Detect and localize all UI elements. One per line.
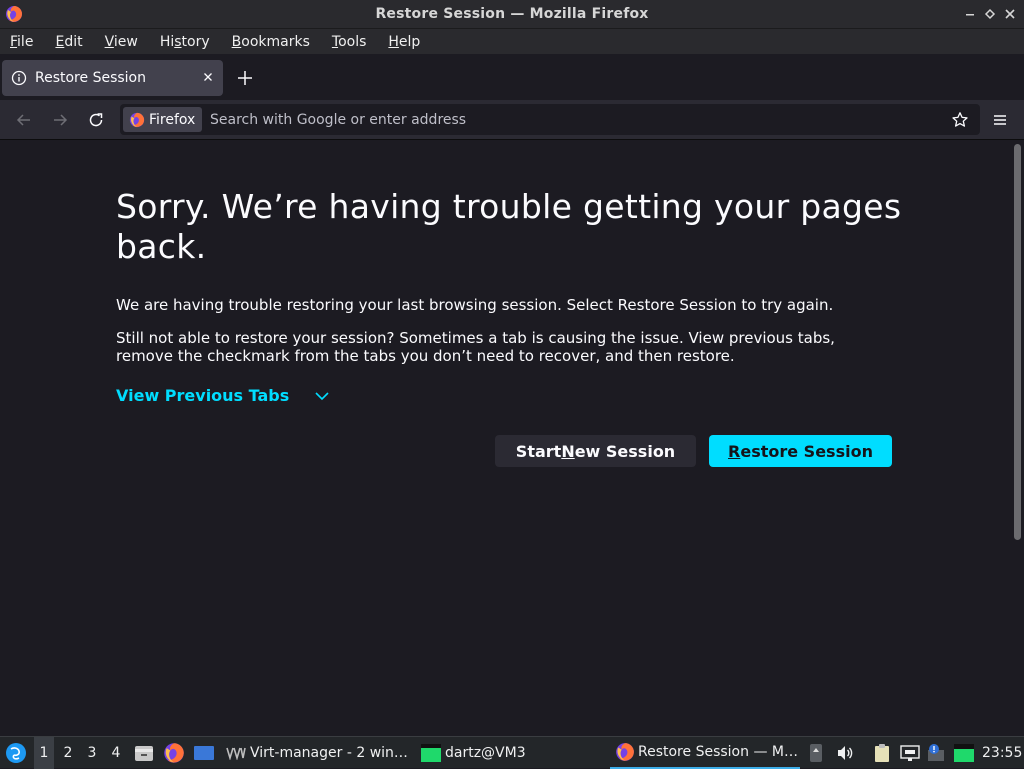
taskbar: 1 2 3 4 Virt-manager - 2 win… dartz@VM3 … (0, 736, 1024, 769)
tab-strip: Restore Session (0, 54, 1024, 100)
network-tray[interactable] (899, 737, 921, 769)
new-tab-button[interactable] (236, 69, 254, 87)
network-icon (900, 745, 920, 761)
info-icon (11, 70, 27, 86)
address-input[interactable] (210, 104, 910, 135)
scroll-up-icon (810, 744, 822, 762)
menu-bookmarks[interactable]: Bookmarks (232, 34, 310, 50)
notification-tray[interactable] (925, 737, 947, 769)
window-title: Restore Session — Mozilla Firefox (375, 6, 649, 22)
firefox-icon (129, 112, 145, 127)
workspace-4[interactable]: 4 (106, 737, 126, 769)
menu-bar: File Edit View History Bookmarks Tools H… (0, 29, 1024, 54)
file-manager-icon (135, 746, 153, 761)
clipboard-tray[interactable] (872, 737, 892, 769)
menu-history[interactable]: History (160, 34, 210, 50)
task-virt-manager[interactable]: Virt-manager - 2 win… (226, 737, 408, 769)
workspace-1[interactable]: 1 (34, 737, 54, 769)
firefox-app-icon (6, 6, 22, 22)
url-bar[interactable]: Firefox (120, 104, 980, 135)
volume-icon (838, 746, 853, 760)
back-arrow-icon[interactable] (14, 110, 34, 130)
window-titlebar: Restore Session — Mozilla Firefox (0, 0, 1024, 29)
close-icon (1005, 9, 1015, 19)
firefox-launcher[interactable] (163, 737, 185, 769)
restore-session-button[interactable]: Restore Session (709, 435, 892, 467)
forward-arrow-icon[interactable] (50, 110, 70, 130)
firefox-icon (164, 743, 184, 763)
clock: 23:55 (982, 745, 1023, 761)
menu-view[interactable]: View (105, 34, 138, 50)
system-monitor-tray[interactable] (953, 737, 975, 769)
file-manager-launcher[interactable] (133, 737, 155, 769)
start-new-session-button[interactable]: Start New Session (495, 435, 696, 467)
task-terminal[interactable]: dartz@VM3 (420, 737, 526, 769)
menu-file[interactable]: File (10, 34, 33, 50)
show-desktop-icon (194, 746, 214, 760)
identity-box[interactable]: Firefox (123, 107, 203, 132)
view-previous-tabs-label: View Previous Tabs (116, 386, 290, 405)
maximize-button[interactable] (983, 7, 997, 21)
restore-help-text: Still not able to restore your session? … (116, 329, 835, 365)
page-title: Sorry. We’re having trouble getting your… (116, 187, 902, 266)
identity-label: Firefox (149, 111, 196, 128)
menu-help[interactable]: Help (388, 34, 420, 50)
clipboard-icon (875, 744, 889, 762)
tab-label: Restore Session (35, 70, 146, 86)
workspace-3[interactable]: 3 (82, 737, 102, 769)
minimize-button[interactable] (963, 7, 977, 21)
virt-manager-icon (226, 747, 246, 760)
tray-scroll[interactable] (808, 737, 824, 769)
system-monitor-icon (954, 744, 974, 762)
terminal-icon (421, 744, 441, 762)
task-label: dartz@VM3 (445, 745, 526, 761)
reload-icon[interactable] (86, 110, 106, 130)
firefox-icon (616, 743, 634, 761)
navigation-toolbar: Firefox (0, 100, 1024, 140)
volume-control[interactable] (835, 737, 855, 769)
desktop-launcher[interactable] (193, 737, 215, 769)
menu-edit[interactable]: Edit (55, 34, 82, 50)
page-scrollbar[interactable] (1014, 144, 1021, 540)
task-label: Restore Session — M… (638, 744, 798, 760)
task-label: Virt-manager - 2 win… (250, 745, 408, 761)
chevron-down-icon (315, 391, 329, 400)
start-menu-button[interactable] (4, 737, 28, 769)
restore-description: We are having trouble restoring your las… (116, 296, 834, 314)
restore-window-icon (984, 8, 996, 20)
notification-icon (928, 744, 944, 761)
close-window-button[interactable] (1003, 7, 1017, 21)
view-previous-tabs-toggle[interactable]: View Previous Tabs (116, 386, 331, 405)
app-menu-icon[interactable] (990, 110, 1010, 130)
tab-restore-session[interactable]: Restore Session (2, 60, 223, 96)
close-tab-icon[interactable] (201, 70, 215, 84)
menu-tools[interactable]: Tools (332, 34, 367, 50)
minimize-icon (966, 14, 974, 16)
workspace-2[interactable]: 2 (58, 737, 78, 769)
app-launcher-icon (6, 743, 26, 763)
bookmark-star-icon[interactable] (951, 111, 969, 129)
task-firefox[interactable]: Restore Session — M… (610, 737, 800, 769)
